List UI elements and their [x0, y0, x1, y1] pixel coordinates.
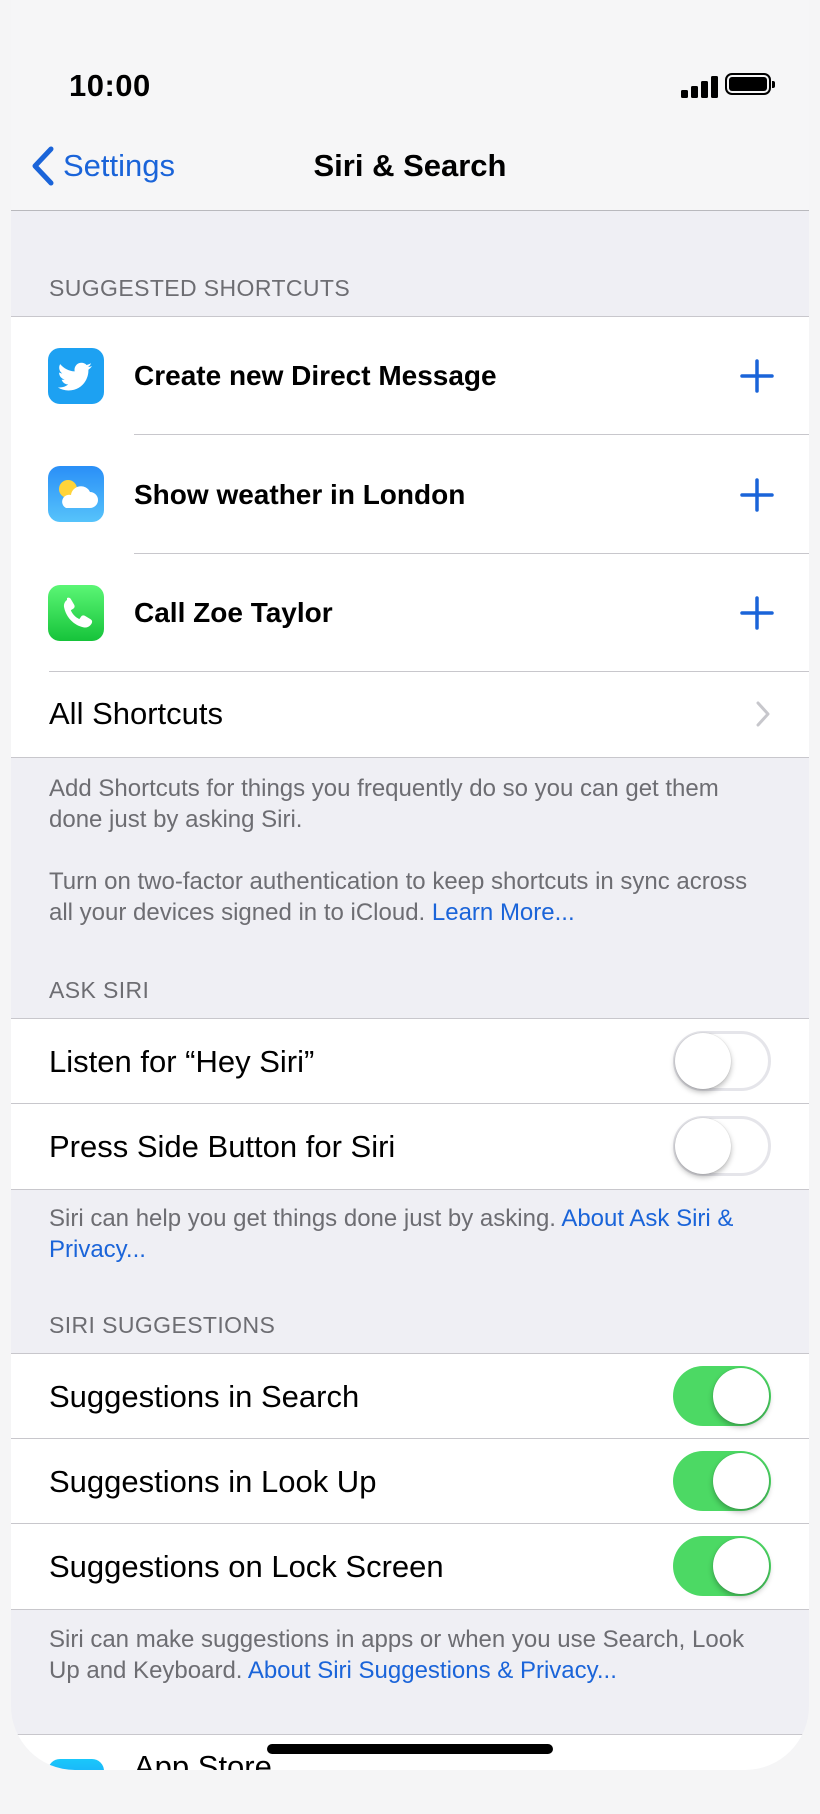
suggestions-lookup-label: Suggestions in Look Up: [49, 1463, 377, 1499]
section-header-siri-suggestions: SIRI SUGGESTIONS: [49, 1312, 276, 1338]
suggestions-search-label: Suggestions in Search: [49, 1378, 360, 1414]
chevron-right-icon: [756, 701, 770, 727]
shortcut-row-weather[interactable]: Show weather in London: [11, 435, 809, 554]
ask-siri-footer-note: Siri can help you get things done just b…: [49, 1203, 769, 1265]
status-time: 10:00: [69, 68, 151, 103]
two-factor-text: Turn on two-factor authentication to kee…: [49, 868, 748, 926]
suggestions-lock-screen-row: Suggestions on Lock Screen: [11, 1524, 809, 1609]
side-button-row: Press Side Button for Siri: [11, 1104, 809, 1189]
home-indicator[interactable]: [267, 1744, 553, 1754]
shortcut-row-direct-message[interactable]: Create new Direct Message: [11, 317, 809, 435]
suggestions-lookup-toggle[interactable]: [673, 1451, 771, 1511]
shortcut-label: Show weather in London: [134, 478, 466, 510]
add-shortcut-plus-icon[interactable]: [740, 596, 774, 630]
shortcut-row-call[interactable]: Call Zoe Taylor: [11, 554, 809, 672]
cellular-signal-icon: [681, 74, 721, 98]
all-shortcuts-row[interactable]: All Shortcuts: [11, 672, 809, 756]
suggestions-lock-screen-label: Suggestions on Lock Screen: [49, 1548, 444, 1584]
ask-siri-group: Listen for “Hey Siri” Press Side Button …: [11, 1018, 809, 1190]
suggested-shortcuts-group: Create new Direct Message Show weather i…: [11, 316, 809, 758]
shortcuts-footer-note: Add Shortcuts for things you frequently …: [49, 775, 719, 833]
siri-suggestions-group: Suggestions in Search Suggestions in Loo…: [11, 1353, 809, 1610]
ask-siri-footer-text: Siri can help you get things done just b…: [49, 1205, 556, 1232]
add-shortcut-plus-icon[interactable]: [740, 478, 774, 512]
two-factor-footer-note: Turn on two-factor authentication to kee…: [49, 866, 769, 928]
twitter-icon: [48, 348, 104, 404]
shortcut-label: Create new Direct Message: [134, 360, 497, 391]
section-header-suggested-shortcuts: SUGGESTED SHORTCUTS: [49, 275, 351, 301]
hey-siri-label: Listen for “Hey Siri”: [49, 1043, 315, 1079]
suggestions-search-toggle[interactable]: [673, 1366, 771, 1426]
hey-siri-toggle[interactable]: [673, 1031, 771, 1091]
section-header-ask-siri: ASK SIRI: [49, 977, 150, 1003]
siri-suggestions-footer-note: Siri can make suggestions in apps or whe…: [49, 1624, 769, 1686]
all-shortcuts-label: All Shortcuts: [49, 696, 224, 731]
app-store-icon: [48, 1759, 104, 1770]
page-title: Siri & Search: [313, 148, 507, 183]
app-store-label: App Store: [134, 1749, 272, 1770]
suggestions-lookup-row: Suggestions in Look Up: [11, 1439, 809, 1524]
about-siri-suggestions-link[interactable]: About Siri Suggestions & Privacy...: [248, 1657, 617, 1684]
battery-icon: [725, 73, 775, 95]
phone-icon: [48, 585, 104, 641]
side-button-toggle[interactable]: [673, 1116, 771, 1176]
side-button-label: Press Side Button for Siri: [49, 1128, 396, 1164]
phone-screen: 10:00 Settings Siri & Search SUGGESTED S…: [11, 0, 809, 1770]
suggestions-lock-screen-toggle[interactable]: [673, 1536, 771, 1596]
add-shortcut-plus-icon[interactable]: [740, 359, 774, 393]
hey-siri-row: Listen for “Hey Siri”: [11, 1019, 809, 1104]
suggestions-search-row: Suggestions in Search: [11, 1354, 809, 1439]
learn-more-link[interactable]: Learn More...: [432, 899, 575, 926]
weather-icon: [48, 466, 104, 522]
navigation-bar: 10:00 Settings Siri & Search: [11, 0, 809, 211]
shortcut-label: Call Zoe Taylor: [134, 597, 333, 628]
